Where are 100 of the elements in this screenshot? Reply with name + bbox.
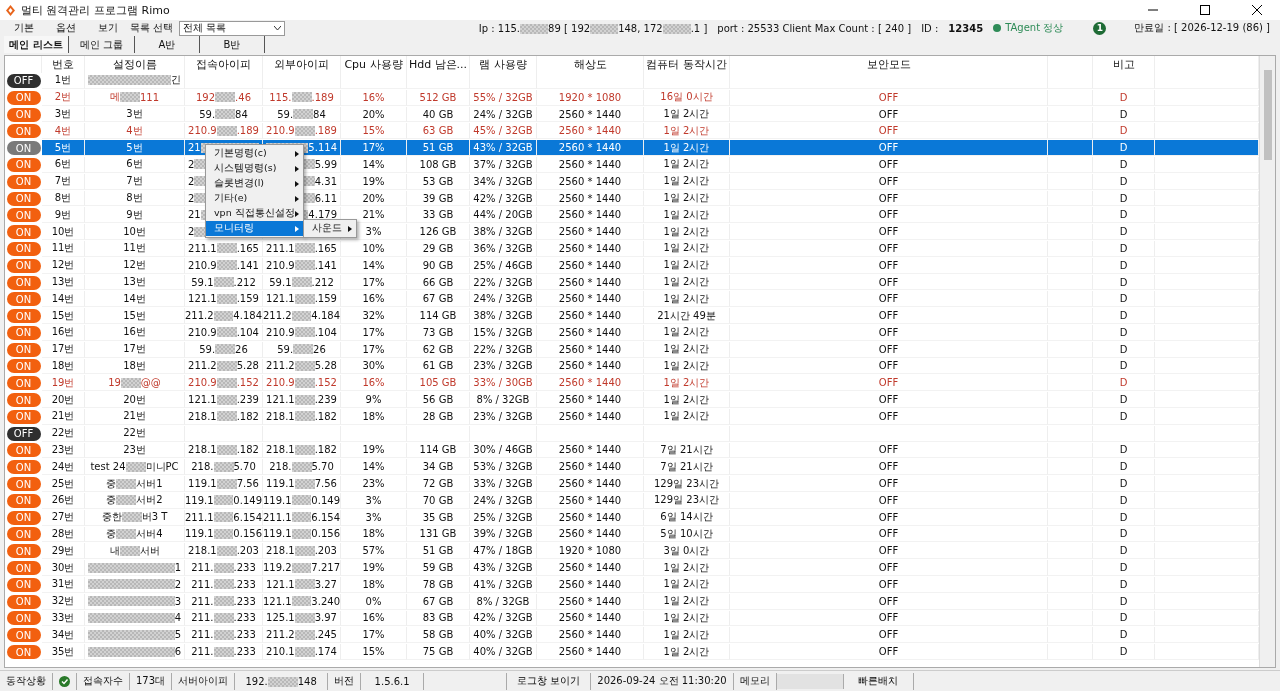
column-header[interactable]: 외부아이피 (263, 56, 341, 73)
table-row[interactable]: ON 2번 메 111 192 .46 115. .189 16% 512 GB 55% / 32GB 1920 * 1080 16일 0시간 OFF D (5, 89, 1259, 107)
table-row[interactable]: ON 15번 15번 211.2 4.184211.2 4.184 32% 114 GB 38% / 32GB 2560 * 1440 21시간 49분 OFF D (5, 308, 1259, 325)
table-cell: OFF (730, 442, 1048, 459)
table-cell: 121.1 3.27 (263, 576, 341, 593)
table-cell: 32번 (42, 593, 85, 610)
table-row[interactable]: ON 32번 3 211. .233 121.1 3.240 0% 67 GB 8% / 32GB 2560 * 1440 1일 2시간 OFF D (5, 593, 1259, 611)
table-row[interactable]: ON 16번 16번 210.9 .104 210.9 .104 17% 73 GB 15% / 32GB 2560 * 1440 1일 2시간 OFF D (5, 324, 1259, 342)
table-row[interactable]: ON 29번 내 서버 218.1 .203 218.1 .203 57% 51 GB 47% / 18GB 1920 * 1080 3일 0시간 OFF D (5, 543, 1259, 561)
table-row[interactable]: ON 4번 4번 210.9 .189 210.9 .189 15% 63 GB 45% / 32GB 2560 * 1440 1일 2시간 OFF D (5, 123, 1259, 141)
table-cell: 14번 (42, 291, 85, 308)
table-cell: OFF (730, 341, 1048, 358)
table-cell: 34번 (42, 627, 85, 644)
table-row[interactable]: ON 26번 중 서버2 119.1 0.149119.1 0.149 3% 70 GB 24% / 32GB 2560 * 1440 129일 23시간 OFF D (5, 492, 1259, 510)
table-cell: D (1093, 291, 1155, 308)
table-row[interactable]: ON 11번 11번 211.1 .165 211.1 .165 10% 29 GB 36% / 32GB 2560 * 1440 1일 2시간 OFF D (5, 240, 1259, 258)
table-row[interactable]: ON 21번 21번 218.1 .182 218.1 .182 18% 28 GB 23% / 32GB 2560 * 1440 1일 2시간 OFF D (5, 408, 1259, 426)
table-row[interactable]: ON 35번 6 211. .233 210.1 .174 15% 75 GB 40% / 32GB 2560 * 1440 1일 2시간 OFF D (5, 644, 1259, 661)
table-cell: 211. .233 (185, 593, 263, 610)
table-cell: 1일 2시간 (644, 274, 730, 291)
power-toggle[interactable]: ON (6, 141, 41, 156)
menu-item[interactable]: 옵션 (46, 21, 86, 35)
table-cell: 59.1 .212 (263, 274, 341, 291)
column-header[interactable]: 보안모드 (730, 56, 1048, 73)
menu-item[interactable]: 보기 (88, 21, 128, 35)
column-header[interactable]: 접속아이피 (185, 56, 263, 73)
menu-item[interactable]: 사운드 (304, 221, 356, 236)
table-cell: 2560 * 1440 (537, 291, 644, 308)
table-row[interactable]: OFF 22번 22번 (5, 425, 1259, 443)
table-row[interactable]: ON 33번 4 211. .233 125.1 3.97 16% 83 GB 42% / 32GB 2560 * 1440 1일 2시간 OFF D (5, 610, 1259, 628)
table-cell: 9번 (42, 207, 85, 224)
table-cell: 16일 0시간 (644, 89, 730, 106)
table-cell: OFF (730, 173, 1048, 190)
table-cell: 34% / 32GB (470, 173, 537, 190)
table-cell: 211.2 4.184 (263, 308, 341, 325)
table-cell: D (1093, 392, 1155, 409)
table-row[interactable]: ON 20번 20번 121.1 .239 121.1 .239 9% 56 GB 8% / 32GB 2560 * 1440 1일 2시간 OFF D (5, 392, 1259, 409)
table-row[interactable]: ON 12번 12번 210.9 .141 210.9 .141 14% 90 GB 25% / 46GB 2560 * 1440 1일 2시간 OFF D (5, 257, 1259, 275)
table-cell: 72 GB (407, 476, 470, 492)
table-cell: OFF (730, 358, 1048, 375)
table-cell: 218.1 .203 (263, 543, 341, 560)
table-cell: 중 서버2 (85, 492, 185, 509)
table-cell: 105 GB (407, 375, 470, 392)
power-toggle[interactable]: OFF (6, 73, 41, 88)
table-cell: 51 GB (407, 140, 470, 157)
table-row[interactable]: ON 25번 중 서버1 119.1 7.56 119.1 7.56 23% 72 GB 33% / 32GB 2560 * 1440 129일 23시간 OFF D (5, 476, 1259, 493)
column-header[interactable]: 해상도 (537, 56, 644, 73)
column-header[interactable]: Cpu 사용량 (341, 56, 407, 73)
column-header[interactable]: 설정이름 (85, 56, 185, 73)
table-cell: 19% (341, 560, 407, 576)
scrollbar[interactable] (1259, 56, 1275, 667)
table-row[interactable]: ON 19번 19 @@ 210.9 .152 210.9 .152 16% 105 GB 33% / 30GB 2560 * 1440 1일 2시간 OFF D (5, 375, 1259, 393)
submenu-arrow-icon (295, 225, 299, 232)
table-cell: 78 GB (407, 576, 470, 593)
table-row[interactable]: ON 24번 test 24 미니PC 218. 5.70 218. 5.70 14% 34 GB 53% / 32GB 2560 * 1440 7일 21시간 OFF D (5, 459, 1259, 477)
table-cell: 119.1 0.156 (185, 526, 263, 543)
table-row[interactable]: ON 23번 23번 218.1 .182 218.1 .182 19% 114 GB 30% / 46GB 2560 * 1440 7일 21시간 OFF D (5, 442, 1259, 460)
table-cell: 17번 (85, 341, 185, 358)
table-cell: OFF (730, 157, 1048, 173)
menu-item[interactable]: 모니터링 (206, 221, 303, 236)
table-cell: 2560 * 1440 (537, 610, 644, 627)
submenu-arrow-icon (295, 195, 299, 202)
table-row[interactable]: ON 30번 1 211. .233 119.2 7.217 19% 59 GB 43% / 32GB 2560 * 1440 1일 2시간 OFF D (5, 560, 1259, 577)
column-header[interactable]: 컴퓨터 동작시간 (644, 56, 730, 73)
table-cell: 중 서버1 (85, 476, 185, 492)
table-cell: 47% / 18GB (470, 543, 537, 560)
table-cell: 23% / 32GB (470, 408, 537, 425)
table-cell: 2560 * 1440 (537, 392, 644, 409)
table-row[interactable]: ON 27번 중한 버3 T 211.1 6.154211.1 6.154 3% 35 GB 25% / 32GB 2560 * 1440 6일 14시간 OFF D (5, 509, 1259, 527)
table-cell: 3% (341, 492, 407, 509)
table-cell: D (1093, 224, 1155, 241)
table-row[interactable]: ON 18번 18번 211.2 5.28 211.2 5.28 30% 61 GB 23% / 32GB 2560 * 1440 1일 2시간 OFF D (5, 358, 1259, 376)
list-select-dropdown[interactable]: 전체 목록 (179, 20, 286, 36)
power-toggle[interactable]: OFF (6, 426, 41, 441)
table-row[interactable]: ON 28번 중 서버4 119.1 0.156119.1 0.156 18% 131 GB 39% / 32GB 2560 * 1440 5일 10시간 OFF D (5, 526, 1259, 544)
table-cell: 129일 23시간 (644, 476, 730, 492)
table-row[interactable]: ON 14번 14번 121.1 .159 121.1 .159 16% 67 GB 24% / 32GB 2560 * 1440 1일 2시간 OFF D (5, 291, 1259, 309)
table-row[interactable]: ON 17번 17번 59. 26 59. 26 17% 62 GB 22% / 32GB 2560 * 1440 1일 2시간 OFF D (5, 341, 1259, 359)
menu-item[interactable]: 기본 (4, 21, 44, 35)
tab[interactable]: 메인 리스트 (4, 36, 69, 53)
table-row[interactable]: ON 34번 5 211. .233 211.2 .245 17% 58 GB 40% / 32GB 2560 * 1440 1일 2시간 OFF D (5, 627, 1259, 645)
table-cell: 108 GB (407, 157, 470, 173)
table-cell: OFF (730, 207, 1048, 224)
table-cell: 53% / 32GB (470, 459, 537, 476)
column-header[interactable]: 비고 (1093, 56, 1155, 73)
column-header[interactable]: 램 사용량 (470, 56, 537, 73)
table-row[interactable]: ON 31번 2 211. .233 121.1 3.27 18% 78 GB 41% / 32GB 2560 * 1440 1일 2시간 OFF D (5, 576, 1259, 594)
table-cell: 16% (341, 610, 407, 627)
table-cell: 24% / 32GB (470, 291, 537, 308)
check-status-icon (59, 675, 70, 687)
table-row[interactable]: ON 3번 3번 59. 84 59. 84 20% 40 GB 24% / 32GB 2560 * 1440 1일 2시간 OFF D (5, 106, 1259, 124)
table-cell: D (1093, 459, 1155, 476)
table-cell: 16% (341, 89, 407, 106)
column-header[interactable]: 번호 (42, 56, 85, 73)
column-header[interactable]: Hdd 남은... (407, 56, 470, 73)
table-row[interactable]: OFF 1번 긴 (5, 73, 1259, 90)
table-cell: OFF (730, 408, 1048, 425)
table-cell: 23% / 32GB (470, 358, 537, 375)
table-cell: 2560 * 1440 (537, 173, 644, 190)
table-row[interactable]: ON 13번 13번 59.1 .212 59.1 .212 17% 66 GB 22% / 32GB 2560 * 1440 1일 2시간 OFF D (5, 274, 1259, 292)
